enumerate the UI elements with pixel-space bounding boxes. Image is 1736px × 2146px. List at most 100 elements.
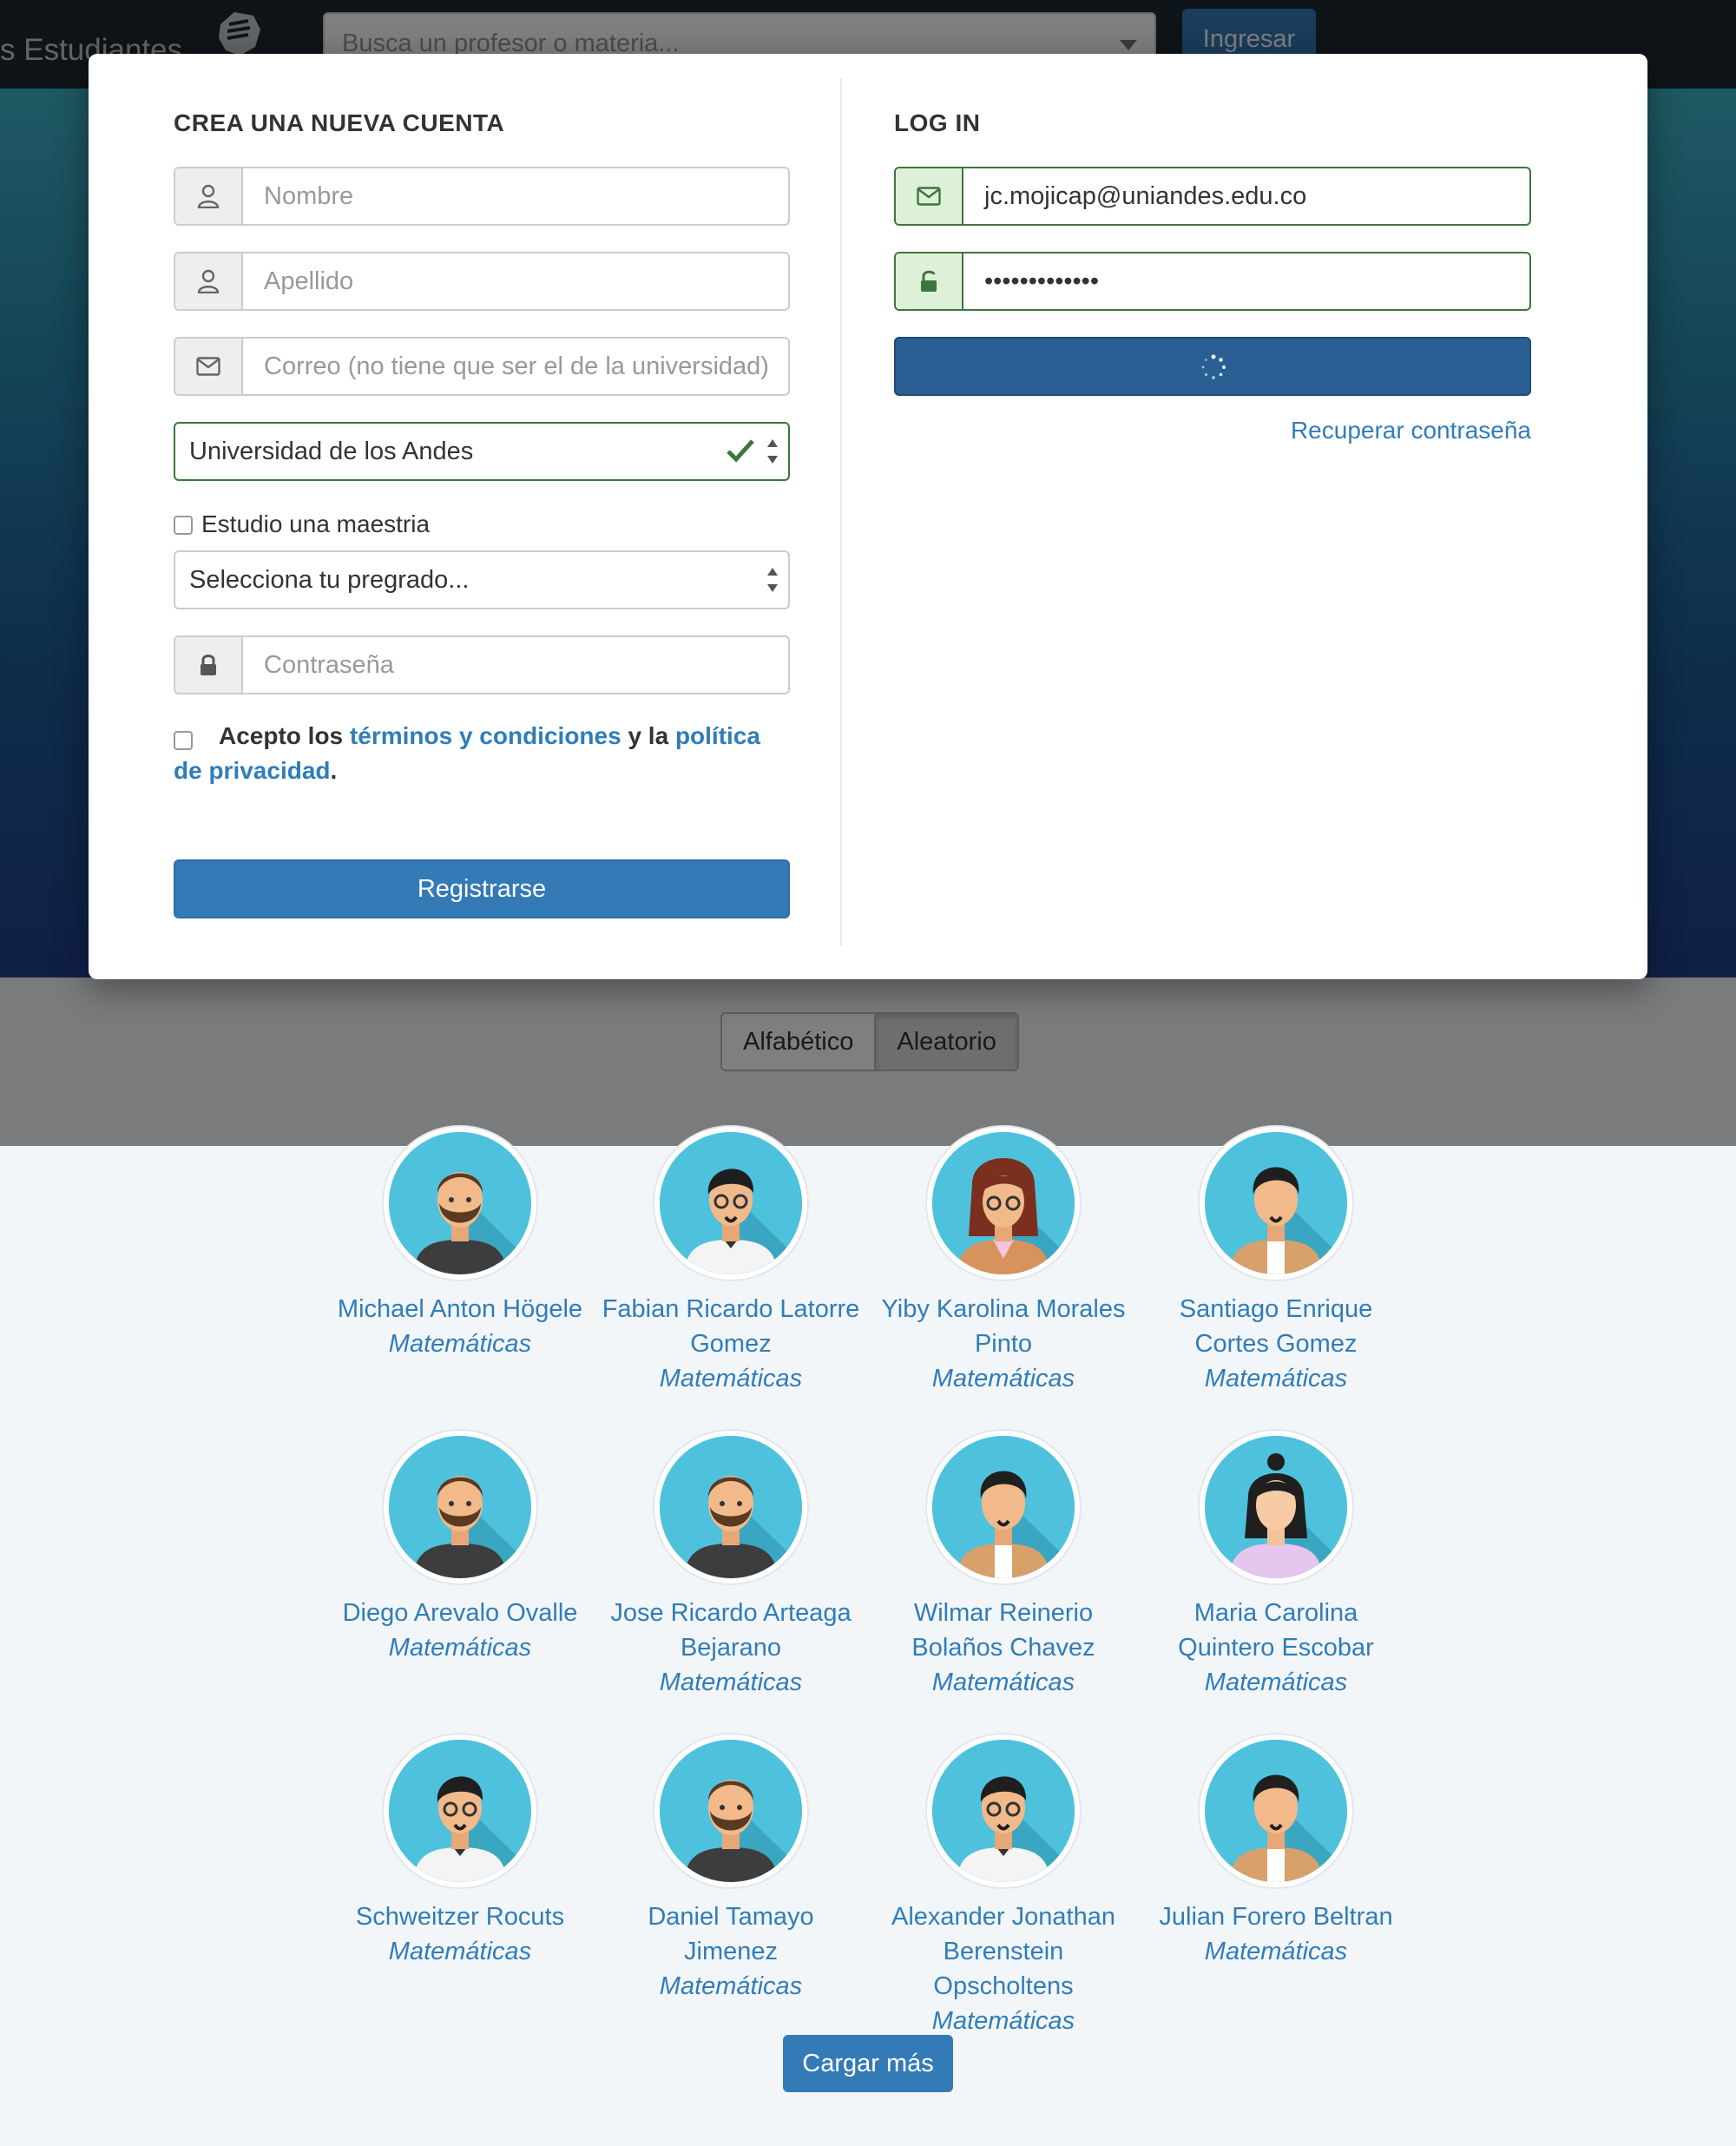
avatar-icon [660, 1132, 802, 1274]
professor-subject[interactable]: Matemáticas [601, 1665, 861, 1700]
professor-card[interactable]: Diego Arevalo Ovalle Matemáticas [330, 1431, 590, 1665]
professor-name[interactable]: Santiago Enrique Cortes Gomez [1146, 1292, 1406, 1361]
professor-name[interactable]: Michael Anton Högele [330, 1292, 590, 1326]
professor-subject[interactable]: Matemáticas [601, 1969, 861, 2004]
professor-name[interactable]: Fabian Ricardo Latorre Gomez [601, 1292, 861, 1361]
professor-subject[interactable]: Matemáticas [873, 1361, 1134, 1396]
login-title: LOG IN [894, 109, 981, 136]
professor-avatar[interactable] [654, 1735, 807, 1887]
professor-avatar[interactable] [654, 1127, 807, 1280]
signup-email-field[interactable]: Correo (no tiene que ser el de la univer… [174, 337, 790, 396]
program-select[interactable]: Selecciona tu pregrado... [174, 550, 790, 609]
last-name-field[interactable]: Apellido [174, 252, 790, 311]
professor-avatar[interactable] [654, 1431, 807, 1583]
avatar-icon [1205, 1436, 1347, 1578]
recover-password-link[interactable]: Recuperar contraseña [1291, 417, 1531, 444]
professor-name[interactable]: Schweitzer Rocuts [330, 1899, 590, 1934]
login-email-input[interactable]: jc.mojicap@uniandes.edu.co [963, 168, 1529, 224]
professor-avatar[interactable] [384, 1127, 536, 1280]
professor-card[interactable]: Michael Anton Högele Matemáticas [330, 1127, 590, 1361]
signup-password-field[interactable]: Contraseña [174, 635, 790, 694]
professor-name[interactable]: Alexander Jonathan Berenstein Opscholten… [873, 1899, 1134, 2004]
select-arrows-icon [767, 439, 778, 464]
terms-text: Acepto los términos y condiciones y la p… [174, 719, 799, 788]
professor-name[interactable]: Julian Forero Beltran [1146, 1899, 1406, 1934]
professor-card[interactable]: Alexander Jonathan Berenstein Opscholten… [873, 1735, 1134, 2038]
privacy-link-part1[interactable]: política [675, 722, 760, 749]
first-name-field[interactable]: Nombre [174, 167, 790, 226]
professor-subject[interactable]: Matemáticas [1146, 1361, 1406, 1396]
avatar-icon [660, 1740, 802, 1882]
professor-subject[interactable]: Matemáticas [330, 1326, 590, 1361]
professor-avatar[interactable] [1200, 1127, 1352, 1280]
avatar-icon [389, 1132, 531, 1274]
select-arrows-icon [767, 568, 778, 592]
professor-card[interactable]: Schweitzer Rocuts Matemáticas [330, 1735, 590, 1969]
professor-subject[interactable]: Matemáticas [873, 2004, 1134, 2038]
masters-checkbox[interactable] [174, 516, 193, 535]
professor-avatar[interactable] [927, 1735, 1080, 1887]
professor-avatar[interactable] [384, 1735, 536, 1887]
avatar-icon [389, 1740, 531, 1882]
university-select[interactable]: Universidad de los Andes [174, 422, 790, 481]
user-icon [175, 253, 243, 309]
professor-subject[interactable]: Matemáticas [873, 1665, 1134, 1700]
login-password-input[interactable]: ••••••••••••• [963, 253, 1529, 309]
professor-name[interactable]: Maria Carolina Quintero Escobar [1146, 1596, 1406, 1665]
professor-subject[interactable]: Matemáticas [330, 1630, 590, 1665]
professor-card[interactable]: Fabian Ricardo Latorre Gomez Matemáticas [601, 1127, 861, 1396]
professor-name[interactable]: Jose Ricardo Arteaga Bejarano [601, 1596, 861, 1665]
professor-avatar[interactable] [1200, 1431, 1352, 1583]
masters-label: Estudio una maestria [201, 510, 431, 537]
checkmark-icon [727, 439, 754, 463]
last-name-input[interactable]: Apellido [243, 253, 788, 309]
signup-email-input[interactable]: Correo (no tiene que ser el de la univer… [243, 339, 788, 394]
signup-title: CREA UNA NUEVA CUENTA [174, 109, 505, 136]
terms-link[interactable]: términos y condiciones [350, 722, 621, 749]
terms-prefix: Acepto los [219, 722, 344, 749]
professor-name[interactable]: Yiby Karolina Morales Pinto [873, 1292, 1134, 1361]
login-password-field[interactable]: ••••••••••••• [894, 252, 1531, 311]
envelope-icon [896, 168, 963, 224]
professor-card[interactable]: Julian Forero Beltran Matemáticas [1146, 1735, 1406, 1969]
professor-card[interactable]: Yiby Karolina Morales Pinto Matemáticas [873, 1127, 1134, 1396]
program-placeholder: Selecciona tu pregrado... [189, 566, 470, 594]
avatar-icon [932, 1436, 1075, 1578]
professor-name[interactable]: Diego Arevalo Ovalle [330, 1596, 590, 1630]
first-name-input[interactable]: Nombre [243, 168, 788, 224]
envelope-icon [175, 339, 243, 394]
professor-avatar[interactable] [927, 1431, 1080, 1583]
signup-password-input[interactable]: Contraseña [243, 637, 788, 693]
load-more-button[interactable]: Cargar más [783, 2035, 953, 2092]
professor-card[interactable]: Santiago Enrique Cortes Gomez Matemáticas [1146, 1127, 1406, 1396]
professor-subject[interactable]: Matemáticas [1146, 1665, 1406, 1700]
professor-subject[interactable]: Matemáticas [330, 1934, 590, 1969]
privacy-link-part2[interactable]: de privacidad [174, 757, 331, 784]
login-email-field[interactable]: jc.mojicap@uniandes.edu.co [894, 167, 1531, 226]
avatar-icon [660, 1436, 802, 1578]
avatar-icon [932, 1740, 1075, 1882]
professor-card[interactable]: Jose Ricardo Arteaga Bejarano Matemáticas [601, 1431, 861, 1700]
professor-avatar[interactable] [927, 1127, 1080, 1280]
auth-modal: CREA UNA NUEVA CUENTA Nombre Apellido Co… [89, 54, 1647, 979]
professor-avatar[interactable] [384, 1431, 536, 1583]
professor-name[interactable]: Daniel Tamayo Jimenez [601, 1899, 861, 1969]
terms-suffix: . [330, 757, 338, 784]
avatar-icon [1205, 1740, 1347, 1882]
professor-subject[interactable]: Matemáticas [601, 1361, 861, 1396]
avatar-icon [932, 1132, 1075, 1274]
lock-icon [175, 637, 243, 693]
professor-card[interactable]: Wilmar Reinerio Bolaños Chavez Matemática… [873, 1431, 1134, 1700]
professor-card[interactable]: Daniel Tamayo Jimenez Matemáticas [601, 1735, 861, 2004]
avatar-icon [389, 1436, 531, 1578]
register-button[interactable]: Registrarse [174, 859, 790, 918]
professor-avatar[interactable] [1200, 1735, 1352, 1887]
modal-divider [840, 78, 842, 946]
university-value: Universidad de los Andes [189, 438, 474, 465]
terms-middle: y la [628, 722, 669, 749]
professor-name[interactable]: Wilmar Reinerio Bolaños Chavez [873, 1596, 1134, 1665]
unlock-icon [896, 253, 963, 309]
login-submit-button[interactable] [894, 337, 1531, 396]
professor-card[interactable]: Maria Carolina Quintero Escobar Matemátic… [1146, 1431, 1406, 1700]
professor-subject[interactable]: Matemáticas [1146, 1934, 1406, 1969]
